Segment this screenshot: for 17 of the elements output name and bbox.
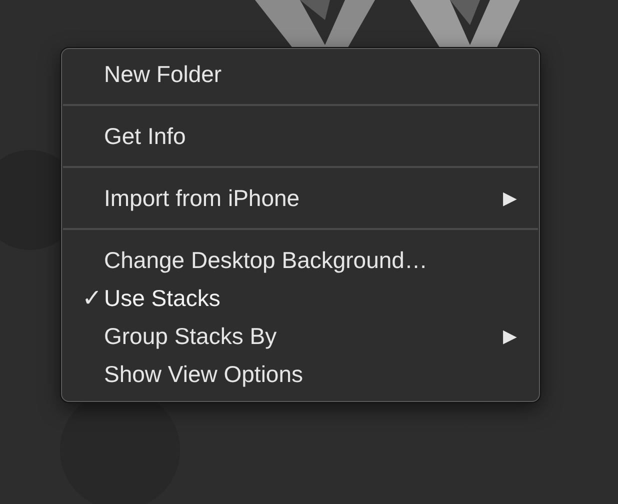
menu-row[interactable]: Group Stacks By ▶ <box>62 317 539 355</box>
menu-item[interactable]: Use Stacks <box>104 284 220 312</box>
submenu-arrow-icon: ▶ <box>503 325 517 347</box>
menu-row[interactable]: Get Info <box>62 117 539 155</box>
menu-row[interactable]: New Folder <box>62 55 539 93</box>
menu-row[interactable]: Change Desktop Background… <box>62 241 539 279</box>
menu-item[interactable]: Get Info <box>104 122 186 150</box>
checkmark-icon: ✓ <box>62 284 104 312</box>
menu-row[interactable]: ✓Use Stacks <box>62 279 539 317</box>
menu-item[interactable]: Show View Options <box>104 360 304 388</box>
submenu-arrow-icon: ▶ <box>503 187 517 209</box>
menu-item[interactable]: New Folder <box>104 60 222 88</box>
menu-item[interactable]: Import from iPhone <box>104 184 300 212</box>
menu-row[interactable]: Import from iPhone ▶ <box>62 179 539 217</box>
menu-row[interactable]: Show View Options <box>62 355 539 393</box>
menu-item[interactable]: Group Stacks By <box>104 322 277 350</box>
menu-item[interactable]: Change Desktop Background… <box>104 246 428 274</box>
